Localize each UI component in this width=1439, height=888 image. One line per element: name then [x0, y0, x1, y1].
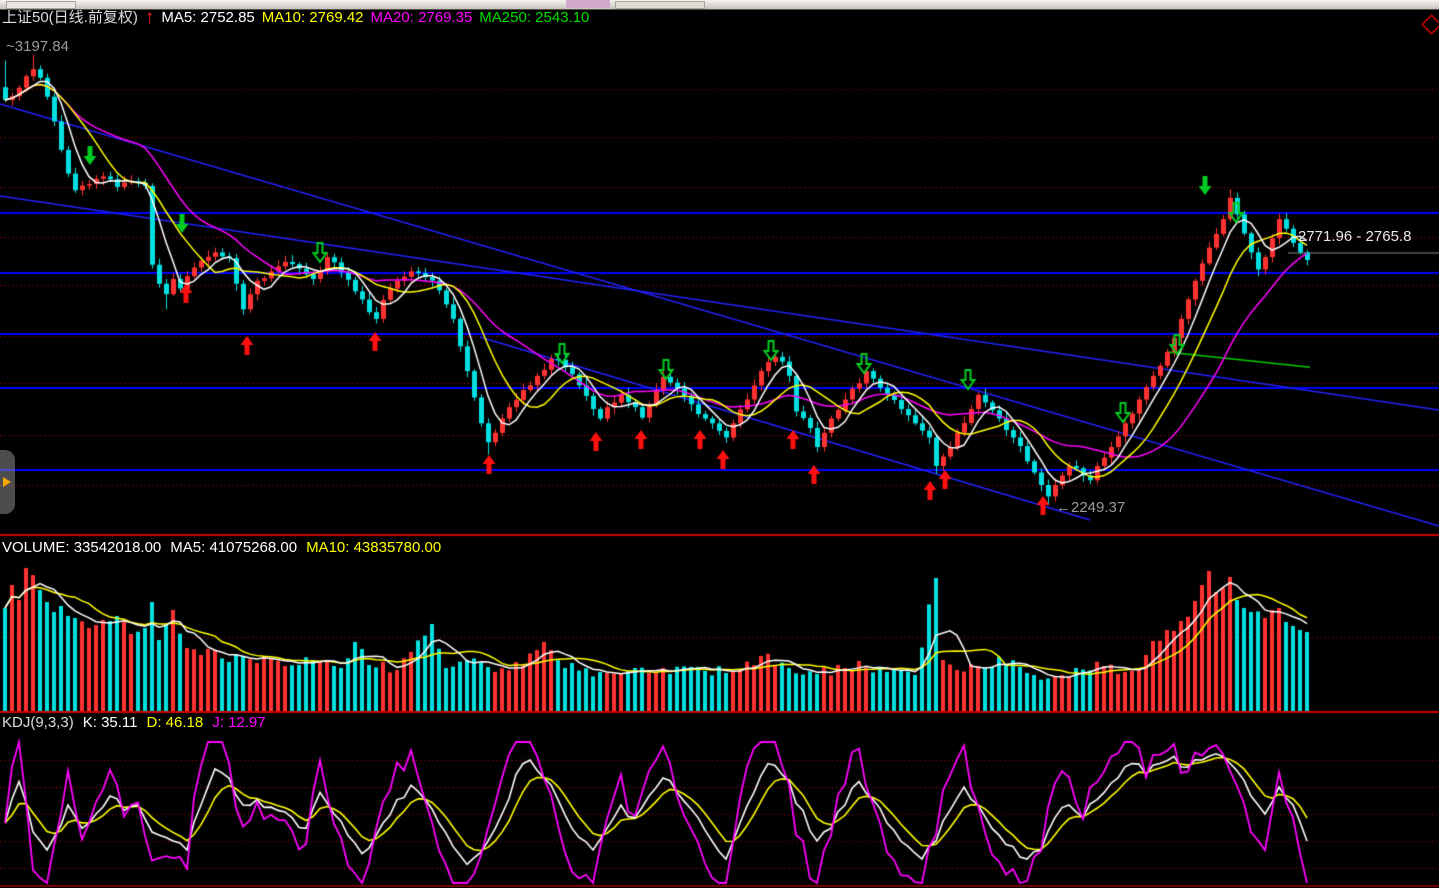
- ma20-legend: MA20: 2769.35: [371, 9, 473, 26]
- expand-arrow-icon: [3, 477, 11, 487]
- chrome-segment: [6, 1, 76, 9]
- sidebar-expand-handle[interactable]: [0, 450, 15, 514]
- kdj-legend: KDJ(9,3,3) K: 35.11 D: 46.18 J: 12.97: [2, 714, 266, 731]
- window-chrome-bar: [0, 0, 1439, 10]
- kdj-d-value: D: 46.18: [147, 714, 204, 731]
- up-arrow-icon: ↑: [145, 10, 155, 26]
- chart-title: 上证50(日线.前复权): [2, 9, 138, 26]
- chrome-segment-pink: [566, 0, 610, 8]
- low-price-annotation: ←2249.37: [1056, 499, 1125, 516]
- volume-value: VOLUME: 33542018.00: [2, 539, 161, 556]
- ma5-legend: MA5: 2752.85: [161, 9, 254, 26]
- last-price-range-label: 2771.96 - 2765.8: [1298, 228, 1411, 245]
- peak-price-annotation: ~3197.84: [6, 38, 69, 55]
- volume-legend: VOLUME: 33542018.00 MA5: 41075268.00 MA1…: [2, 539, 441, 556]
- kdj-k-value: K: 35.11: [83, 714, 138, 731]
- volume-ma10: MA10: 43835780.00: [306, 539, 441, 556]
- kdj-j-value: J: 12.97: [212, 714, 265, 731]
- volume-ma5: MA5: 41075268.00: [170, 539, 297, 556]
- ma10-legend: MA10: 2769.42: [262, 9, 364, 26]
- trading-app-window: 上证50(日线.前复权) ↑ MA5: 2752.85 MA10: 2769.4…: [0, 0, 1439, 888]
- chart-canvas[interactable]: [0, 0, 1439, 888]
- ma250-legend: MA250: 2543.10: [479, 9, 589, 26]
- chrome-segment: [615, 1, 705, 9]
- kdj-label: KDJ(9,3,3): [2, 714, 74, 731]
- main-chart-legend: 上证50(日线.前复权) ↑ MA5: 2752.85 MA10: 2769.4…: [2, 9, 589, 26]
